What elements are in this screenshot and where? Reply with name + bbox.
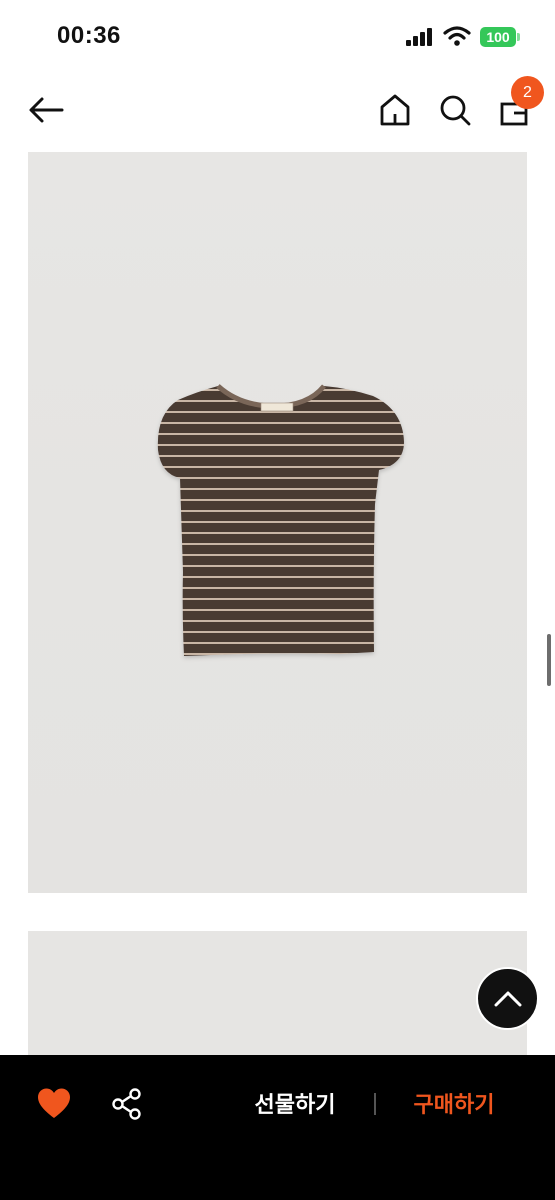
wifi-icon (443, 26, 471, 46)
back-arrow-icon (29, 97, 64, 123)
status-bar: 00:36 100 (0, 0, 555, 72)
search-button[interactable] (438, 92, 472, 128)
gift-button[interactable]: 선물하기 (240, 1085, 350, 1121)
cart-count-badge: 2 (511, 76, 544, 109)
cellular-signal-icon (406, 28, 432, 46)
heart-icon (38, 1088, 70, 1118)
top-nav (0, 80, 555, 140)
battery-indicator: 100 (480, 27, 516, 47)
scroll-to-top-button[interactable] (476, 967, 539, 1030)
home-icon (380, 94, 410, 126)
bottom-action-bar: 선물하기 구매하기 (0, 1055, 555, 1200)
product-image-secondary (28, 931, 527, 1071)
striped-tshirt-image (157, 384, 404, 656)
home-button[interactable] (378, 92, 412, 128)
share-button[interactable] (111, 1087, 143, 1121)
buy-button[interactable]: 구매하기 (398, 1085, 510, 1121)
search-icon (440, 95, 471, 126)
battery-cap (517, 33, 520, 41)
back-button[interactable] (26, 93, 66, 127)
scroll-indicator[interactable] (547, 634, 551, 686)
share-icon (112, 1088, 141, 1120)
chevron-up-icon (494, 991, 521, 1006)
product-image (28, 152, 527, 893)
like-button[interactable] (36, 1087, 72, 1121)
status-time: 00:36 (57, 22, 121, 49)
action-divider (374, 1093, 376, 1115)
